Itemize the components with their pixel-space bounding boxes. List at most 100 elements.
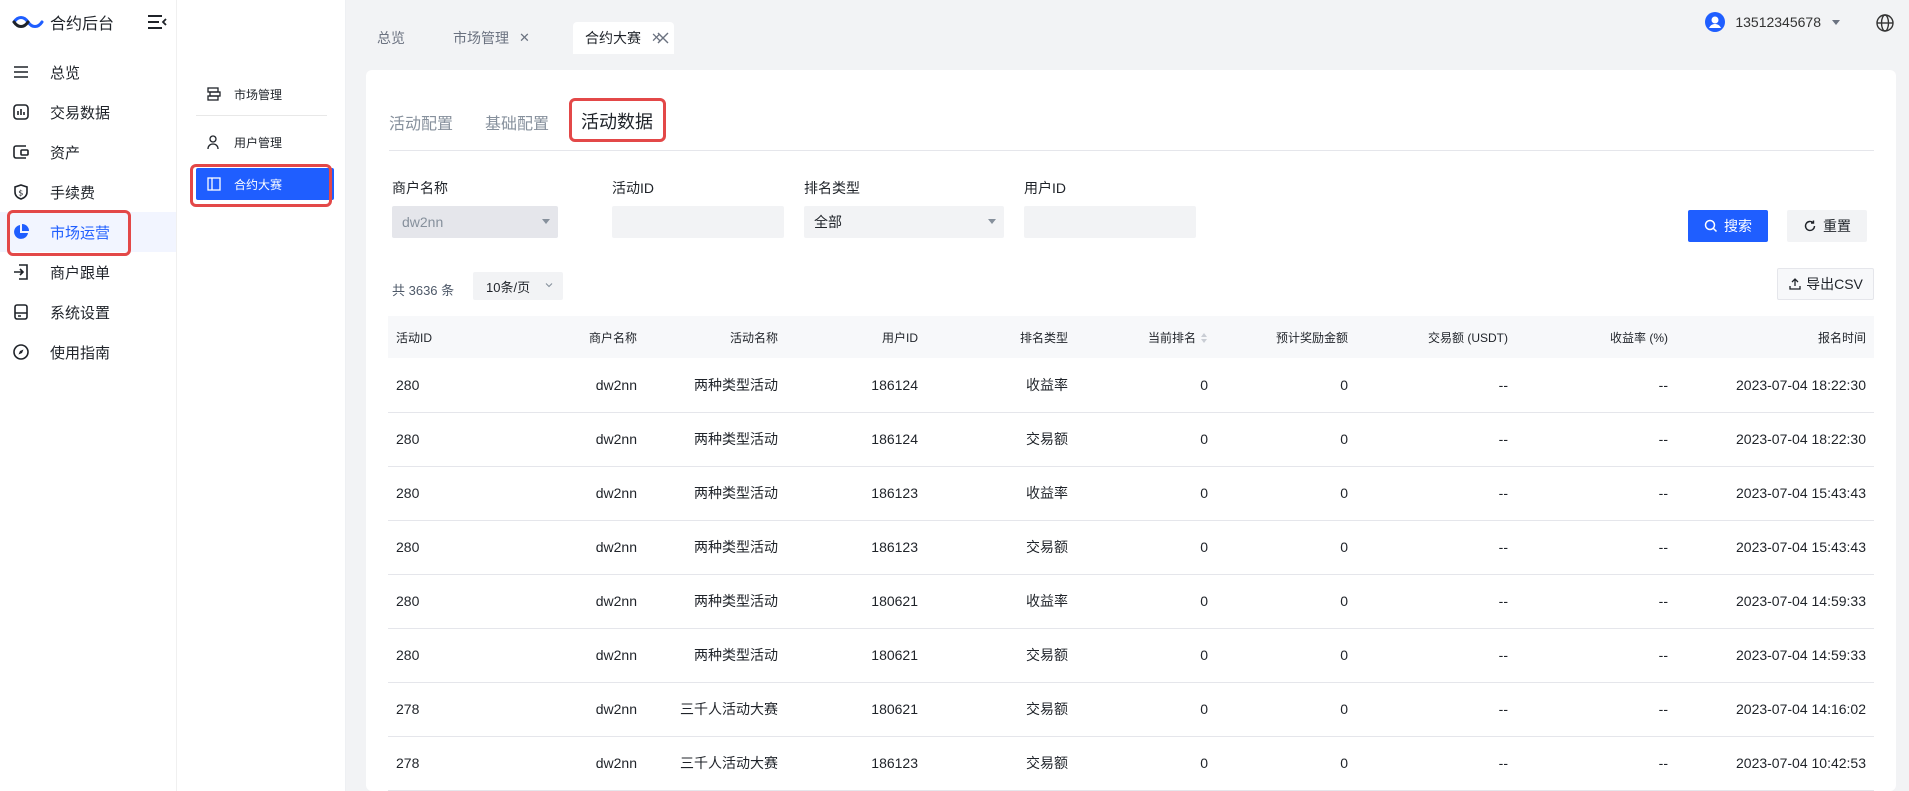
nav-item-trading-data[interactable]: 交易数据	[0, 92, 176, 132]
tab-activity-config[interactable]: 活动配置	[389, 110, 453, 134]
table-cell: --	[1498, 376, 1508, 393]
tab-market-management[interactable]: 市场管理 ✕	[453, 22, 530, 54]
table-cell: 280	[396, 647, 420, 663]
table-row: 280 dw2nn 两种类型活动 186123 收益率 0 0 -- -- 2023-07-04 …	[388, 466, 1874, 520]
page-size-select[interactable]: 10条/页	[473, 272, 563, 300]
list-icon	[14, 66, 28, 78]
table-cell: 280	[396, 376, 420, 393]
sort-icon[interactable]	[1200, 332, 1208, 344]
refresh-icon	[1804, 220, 1816, 232]
tab-label: 市场管理	[453, 30, 509, 46]
sidebar: 合约后台 总览 交易数据 资产 $ 手续费 市场运营 商户跟单 系统设置 使用指…	[0, 0, 176, 791]
table-cell: 交易额	[1026, 431, 1068, 447]
main-nav: 总览 交易数据 资产 $ 手续费 市场运营 商户跟单 系统设置 使用指南	[0, 52, 176, 372]
column-header-sortable[interactable]: 当前排名	[1076, 316, 1216, 358]
table-cell: 0	[1340, 593, 1348, 609]
nav-item-label: 市场运营	[50, 224, 111, 242]
nav-item-assets[interactable]: 资产	[0, 132, 176, 172]
table-cell: 收益率	[1026, 485, 1068, 501]
table-cell: --	[1658, 539, 1668, 555]
exit-icon	[14, 264, 28, 280]
table-cell: 0	[1200, 539, 1208, 555]
globe-icon[interactable]	[1875, 13, 1895, 33]
export-csv-button[interactable]: 导出CSV	[1777, 268, 1874, 300]
table-cell: dw2nn	[595, 593, 637, 609]
chevron-down-icon	[542, 219, 550, 224]
nav-item-system-settings[interactable]: 系统设置	[0, 292, 176, 332]
table-cell: dw2nn	[595, 647, 637, 663]
shield-dollar-icon: $	[14, 184, 28, 200]
server-stack-icon	[207, 87, 221, 101]
activity-data-table: 活动ID 商户名称 活动名称 用户ID 排名类型 当前排名 预计奖励金额 交易额…	[388, 316, 1874, 791]
tab-overview[interactable]: 总览	[377, 22, 405, 54]
user-id-label: 用户ID	[1024, 180, 1066, 196]
main-card: 活动配置 基础配置 活动数据 商户名称 dw2nn 活动ID 排名类型 全部 用…	[366, 70, 1896, 791]
user-name: 13512345678	[1735, 14, 1821, 30]
table-cell: 0	[1340, 485, 1348, 501]
table-cell: dw2nn	[595, 376, 637, 393]
nav-item-overview[interactable]: 总览	[0, 52, 176, 92]
table-cell: 0	[1200, 431, 1208, 447]
subnav-item-market-management[interactable]: 市场管理	[196, 78, 334, 110]
table-row: 278 dw2nn 三千人活动大赛 186123 交易额 0 0 -- -- 2023-07-04…	[388, 736, 1874, 790]
server-icon	[14, 304, 28, 320]
rank-type-select[interactable]: 全部	[804, 206, 1004, 238]
subnav-item-user-management[interactable]: 用户管理	[196, 126, 334, 158]
table-cell: --	[1658, 755, 1668, 771]
table-cell: 0	[1200, 376, 1208, 393]
table-cell: --	[1498, 701, 1508, 717]
table-cell: 两种类型活动	[694, 485, 778, 501]
total-count: 共 3636 条	[392, 283, 455, 298]
nav-item-label: 总览	[50, 64, 81, 82]
tab-activity-data[interactable]: 活动数据	[581, 108, 653, 134]
table-cell: 2023-07-04 15:43:43	[1736, 539, 1866, 555]
search-button[interactable]: 搜索	[1688, 210, 1768, 242]
table-cell: 2023-07-04 14:16:02	[1736, 701, 1866, 717]
layout-icon	[207, 177, 221, 191]
chevron-down-icon	[545, 283, 553, 288]
subnav-item-label: 用户管理	[234, 135, 283, 150]
nav-item-user-guide[interactable]: 使用指南	[0, 332, 176, 372]
rank-type-value: 全部	[814, 214, 842, 230]
user-menu[interactable]: 13512345678	[1705, 12, 1841, 32]
subnav-item-label: 合约大赛	[234, 177, 283, 192]
search-icon	[1704, 219, 1718, 233]
table-cell: dw2nn	[595, 539, 637, 555]
table-cell: 186124	[871, 431, 918, 447]
close-all-tabs-icon[interactable]	[655, 30, 671, 46]
merchant-select[interactable]: dw2nn	[392, 206, 558, 238]
column-header: 活动名称	[729, 330, 778, 345]
column-header: 商户名称	[588, 330, 637, 345]
table-cell: --	[1498, 485, 1508, 501]
svg-text:$: $	[18, 189, 23, 198]
table-cell: 186123	[871, 755, 918, 771]
nav-item-merchant-copy[interactable]: 商户跟单	[0, 252, 176, 292]
column-header: 交易额 (USDT)	[1428, 330, 1508, 345]
tab-close-icon[interactable]: ✕	[519, 30, 530, 46]
table-cell: 交易额	[1026, 539, 1068, 555]
table-cell: 2023-07-04 15:43:43	[1736, 485, 1866, 501]
reset-button[interactable]: 重置	[1787, 210, 1867, 242]
activity-id-input[interactable]	[612, 206, 784, 238]
table-row: 280 dw2nn 两种类型活动 186124 收益率 0 0 -- -- 2023-07-04 …	[388, 358, 1874, 412]
menu-collapse-icon[interactable]	[146, 12, 168, 32]
table-row: 280 dw2nn 两种类型活动 186123 交易额 0 0 -- -- 2023-07-04 …	[388, 520, 1874, 574]
subnav-item-contract-contest[interactable]: 合约大赛	[196, 168, 334, 200]
table-cell: 两种类型活动	[694, 647, 778, 663]
table-cell: 三千人活动大赛	[680, 755, 778, 771]
subnav-item-label: 市场管理	[234, 87, 283, 102]
table-row: 280 dw2nn 两种类型活动 180621 收益率 0 0 -- -- 2023-07-04 …	[388, 574, 1874, 628]
table-cell: dw2nn	[595, 701, 637, 717]
table-cell: 0	[1200, 485, 1208, 501]
nav-item-fees[interactable]: $ 手续费	[0, 172, 176, 212]
table-cell: 0	[1200, 593, 1208, 609]
table-cell: 2023-07-04 18:22:30	[1736, 431, 1866, 447]
table-cell: 280	[396, 485, 420, 501]
tab-basic-config[interactable]: 基础配置	[485, 110, 549, 134]
table-cell: --	[1498, 647, 1508, 663]
column-header: 收益率 (%)	[1610, 330, 1668, 345]
reset-button-label: 重置	[1823, 218, 1851, 234]
nav-item-market-ops[interactable]: 市场运营	[0, 212, 176, 252]
table-row: 280 dw2nn 两种类型活动 186124 交易额 0 0 -- -- 2023-07-04 …	[388, 412, 1874, 466]
user-id-input[interactable]	[1024, 206, 1196, 238]
